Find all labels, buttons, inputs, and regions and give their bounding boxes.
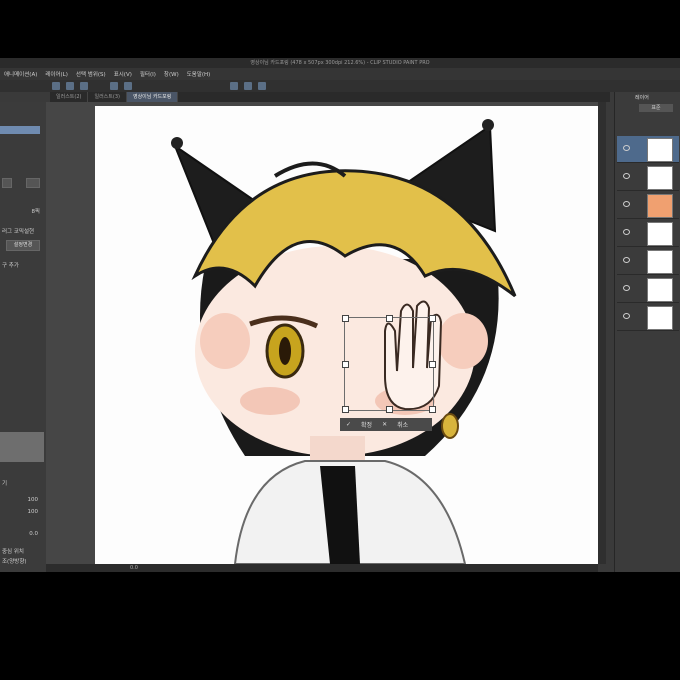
- cancel-icon[interactable]: ✕: [382, 421, 387, 428]
- visibility-icon[interactable]: [623, 145, 630, 151]
- zoom-readout[interactable]: 0.0: [130, 565, 138, 571]
- property-label: 조(양방향): [2, 559, 27, 565]
- menu-filter[interactable]: 필터(I): [136, 70, 160, 78]
- tab-illust-2[interactable]: 일러스트(2): [50, 92, 89, 102]
- property-value[interactable]: 0.0: [0, 530, 44, 539]
- layer-thumbnail: [647, 222, 673, 246]
- confirm-icon[interactable]: ✓: [346, 421, 351, 428]
- new-icon[interactable]: [52, 82, 60, 90]
- visibility-icon[interactable]: [623, 313, 630, 319]
- menu-window[interactable]: 창(W): [160, 70, 183, 78]
- property-label: 중심 위치: [2, 549, 24, 555]
- transform-handle[interactable]: [429, 315, 436, 322]
- selected-tool-row[interactable]: [0, 126, 40, 134]
- blend-mode-select[interactable]: 표준: [639, 104, 673, 112]
- transform-handle[interactable]: [429, 406, 436, 413]
- layer-thumbnail: [647, 194, 673, 218]
- tool-property-panel: 8픽 러그 코믹설현 설정변경 구 추가 기 100 100 0.0 중심 위치…: [0, 102, 47, 572]
- command-bar: [0, 80, 680, 92]
- undo-icon[interactable]: [110, 82, 118, 90]
- layer-row[interactable]: [617, 136, 679, 163]
- layer-panel: 레이어 표준: [614, 92, 680, 572]
- subtool-tab[interactable]: [26, 178, 40, 188]
- property-value[interactable]: 100: [0, 508, 44, 517]
- transform-handle[interactable]: [342, 406, 349, 413]
- layer-thumbnail: [647, 166, 673, 190]
- menu-bar: 애니메이션(A) 레이어(L) 선택 범위(S) 표시(V) 필터(I) 창(W…: [0, 68, 680, 80]
- subtool-icon[interactable]: [2, 178, 12, 188]
- visibility-icon[interactable]: [623, 285, 630, 291]
- document-tabs: 일러스트(2) 일러스트(3) 영상이님 카드포링: [50, 92, 610, 102]
- property-value[interactable]: 100: [0, 496, 44, 505]
- tab-illust-3[interactable]: 일러스트(3): [88, 92, 127, 102]
- cancel-button[interactable]: 취소: [397, 420, 408, 429]
- layer-panel-title: 레이어: [635, 95, 649, 101]
- transform-icon[interactable]: [244, 82, 252, 90]
- transform-handle[interactable]: [386, 406, 393, 413]
- layer-thumbnail: [647, 306, 673, 330]
- property-label: 구 추가: [2, 263, 19, 269]
- visibility-icon[interactable]: [623, 257, 630, 263]
- vertical-scrollbar[interactable]: [598, 102, 606, 564]
- title-bar: 영상이님 카드포링 (478 x 507px 300dpi 212.6%) - …: [0, 58, 680, 68]
- menu-layer[interactable]: 레이어(L): [41, 70, 72, 78]
- settings-change-button[interactable]: 설정변경: [6, 240, 40, 251]
- transform-handle[interactable]: [429, 361, 436, 368]
- paper-layer-row[interactable]: [617, 304, 679, 331]
- layer-row[interactable]: [617, 248, 679, 275]
- redo-icon[interactable]: [124, 82, 132, 90]
- visibility-icon[interactable]: [623, 173, 630, 179]
- open-icon[interactable]: [66, 82, 74, 90]
- ruler-icon[interactable]: [258, 82, 266, 90]
- menu-animation[interactable]: 애니메이션(A): [0, 70, 41, 78]
- horizontal-scrollbar[interactable]: [46, 564, 598, 572]
- layer-row[interactable]: [617, 164, 679, 191]
- menu-help[interactable]: 도움말(H): [183, 70, 215, 78]
- layer-folder-row[interactable]: [617, 276, 679, 303]
- save-icon[interactable]: [80, 82, 88, 90]
- menu-view[interactable]: 표시(V): [110, 70, 136, 78]
- transform-handle[interactable]: [386, 315, 393, 322]
- layer-thumbnail: [647, 278, 673, 302]
- visibility-icon[interactable]: [623, 201, 630, 207]
- menu-selection[interactable]: 선택 범위(S): [72, 70, 110, 78]
- layer-row[interactable]: [617, 220, 679, 247]
- transform-handle[interactable]: [342, 361, 349, 368]
- layer-thumbnail: [647, 250, 673, 274]
- confirm-button[interactable]: 확정: [361, 420, 372, 429]
- property-label: 러그 코믹설현: [2, 229, 35, 235]
- property-value: 8픽: [31, 209, 40, 215]
- property-label: 기: [2, 481, 8, 487]
- transform-confirm-bar: ✓ 확정 ✕ 취소: [340, 418, 432, 431]
- layer-row[interactable]: [617, 192, 679, 219]
- tab-card-design[interactable]: 영상이님 카드포링: [126, 92, 179, 102]
- selection-icon[interactable]: [230, 82, 238, 90]
- visibility-icon[interactable]: [623, 229, 630, 235]
- preview-thumbnail: [0, 432, 44, 462]
- transform-bounding-box[interactable]: [342, 315, 436, 413]
- layer-thumbnail: [647, 138, 673, 162]
- transform-handle[interactable]: [342, 315, 349, 322]
